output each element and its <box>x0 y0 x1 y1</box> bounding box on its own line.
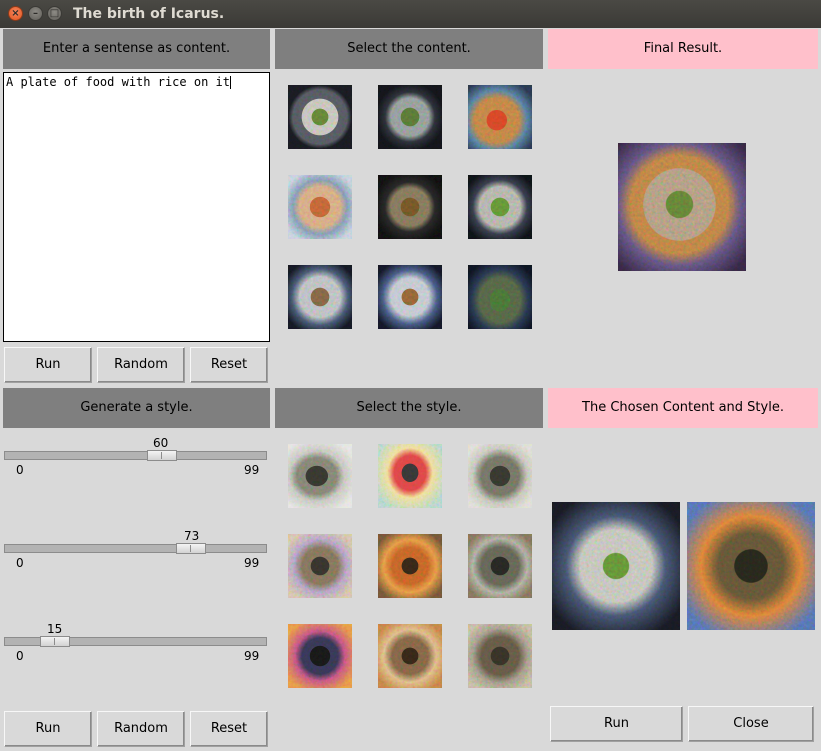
slider-handle[interactable] <box>40 636 70 647</box>
content-run-button[interactable]: Run <box>4 347 92 383</box>
style-thumbnail[interactable] <box>468 624 532 688</box>
style-thumbnail[interactable] <box>378 534 442 598</box>
slider-trough[interactable] <box>4 544 267 553</box>
generate-style-header: Generate a style. <box>3 388 270 428</box>
content-random-button[interactable]: Random <box>97 347 185 383</box>
content-text: A plate of food with rice on it <box>6 75 230 89</box>
slider-trough[interactable] <box>4 451 267 460</box>
style-thumbnail[interactable] <box>288 624 352 688</box>
slider-min-label: 0 <box>16 463 24 477</box>
content-thumbnail[interactable] <box>468 175 532 239</box>
window-minimize-button[interactable]: – <box>28 6 43 21</box>
window-close-button[interactable]: × <box>8 6 23 21</box>
content-thumbnail[interactable] <box>288 175 352 239</box>
slider-value: 73 <box>184 529 200 543</box>
style-thumbnail[interactable] <box>468 444 532 508</box>
window-title: The birth of Icarus. <box>73 6 225 22</box>
content-thumbnail[interactable] <box>288 85 352 149</box>
style-thumbnail[interactable] <box>378 444 442 508</box>
chosen-content-style-header: The Chosen Content and Style. <box>548 388 818 428</box>
text-caret <box>229 76 231 89</box>
style-thumbnail[interactable] <box>288 534 352 598</box>
slider-handle[interactable] <box>176 543 206 554</box>
slider-min-label: 0 <box>16 556 24 570</box>
content-thumbnail[interactable] <box>378 85 442 149</box>
final-run-button[interactable]: Run <box>550 706 683 742</box>
style-reset-button[interactable]: Reset <box>190 711 268 747</box>
slider-value: 15 <box>47 622 63 636</box>
maximize-icon: □ <box>49 8 60 19</box>
window-maximize-button[interactable]: □ <box>47 6 62 21</box>
content-text-input[interactable]: A plate of food with rice on it <box>3 72 270 342</box>
style-thumbnail[interactable] <box>288 444 352 508</box>
close-button[interactable]: Close <box>688 706 814 742</box>
content-thumbnail[interactable] <box>468 85 532 149</box>
style-random-button[interactable]: Random <box>97 711 185 747</box>
slider-min-label: 0 <box>16 649 24 663</box>
chosen-style-image <box>687 502 815 630</box>
content-thumbnail[interactable] <box>288 265 352 329</box>
slider-value: 60 <box>153 436 169 450</box>
select-content-header: Select the content. <box>275 29 543 69</box>
content-reset-button[interactable]: Reset <box>190 347 268 383</box>
content-thumbnail[interactable] <box>378 265 442 329</box>
chosen-content-image <box>552 502 680 630</box>
slider-max-label: 99 <box>244 463 260 477</box>
slider-max-label: 99 <box>244 556 260 570</box>
style-run-button[interactable]: Run <box>4 711 92 747</box>
content-thumbnail[interactable] <box>468 265 532 329</box>
minimize-icon: – <box>33 8 38 19</box>
slider-max-label: 99 <box>244 649 260 663</box>
slider-handle[interactable] <box>147 450 177 461</box>
final-result-header: Final Result. <box>548 29 818 69</box>
final-result-image <box>618 143 746 271</box>
style-thumbnail[interactable] <box>378 624 442 688</box>
title-bar: × – □ The birth of Icarus. <box>0 0 821 28</box>
style-thumbnail[interactable] <box>468 534 532 598</box>
close-icon: × <box>11 8 20 19</box>
content-thumbnail[interactable] <box>378 175 442 239</box>
content-input-header: Enter a sentense as content. <box>3 29 270 69</box>
select-style-header: Select the style. <box>275 388 543 428</box>
